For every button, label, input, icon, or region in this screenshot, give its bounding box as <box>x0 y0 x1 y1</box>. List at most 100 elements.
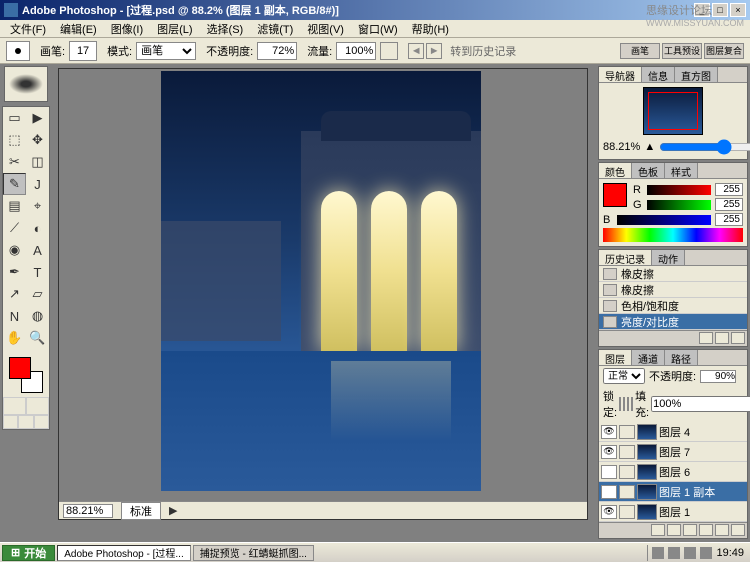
tool-7[interactable]: J <box>26 173 49 195</box>
eye-icon[interactable]: 👁 <box>601 425 617 439</box>
tab-styles[interactable]: 样式 <box>665 163 698 178</box>
fill-input[interactable] <box>651 396 750 412</box>
layer-opacity-input[interactable] <box>700 370 736 383</box>
tool-15[interactable]: T <box>26 261 49 283</box>
well-tool-presets[interactable]: 工具预设 <box>662 43 702 59</box>
menu-help[interactable]: 帮助(H) <box>406 19 455 39</box>
tool-11[interactable]: ◐ <box>26 217 49 239</box>
brush-size-picker[interactable]: 17 <box>69 41 97 61</box>
history-item[interactable]: 橡皮擦 <box>599 266 747 282</box>
lock-transparency-icon[interactable] <box>619 397 621 411</box>
layer-thumbnail[interactable] <box>637 464 657 480</box>
tray-icon[interactable] <box>700 547 712 559</box>
brush-tool-icon[interactable] <box>6 41 30 61</box>
taskbar-task-capture[interactable]: 捕捉预览 - 红蜻蜓抓图... <box>193 545 314 561</box>
tool-19[interactable]: ◍ <box>26 305 49 327</box>
view-mode-button[interactable]: 标准 <box>121 502 161 520</box>
navigator-thumbnail[interactable] <box>643 87 703 135</box>
color-ramp[interactable] <box>603 228 743 242</box>
tool-12[interactable]: ◉ <box>3 239 26 261</box>
tool-21[interactable]: 🔍 <box>26 327 49 349</box>
tab-history[interactable]: 历史记录 <box>599 250 652 265</box>
eye-icon[interactable] <box>601 465 617 479</box>
tool-4[interactable]: ✂ <box>3 151 26 173</box>
tab-color[interactable]: 颜色 <box>599 163 632 178</box>
foreground-color[interactable] <box>9 357 31 379</box>
history-snapshot-icon[interactable] <box>699 332 713 344</box>
link-icon[interactable] <box>619 425 635 439</box>
screen-standard-icon[interactable] <box>3 415 18 429</box>
b-value[interactable] <box>715 213 743 226</box>
layer-new-icon[interactable] <box>715 524 729 536</box>
tab-histogram[interactable]: 直方图 <box>675 67 718 82</box>
tool-1[interactable]: ▶ <box>26 107 49 129</box>
tool-3[interactable]: ✥ <box>26 129 49 151</box>
layer-thumbnail[interactable] <box>637 444 657 460</box>
close-button[interactable]: × <box>730 3 746 17</box>
navigator-zoom-slider[interactable] <box>659 139 750 155</box>
eye-icon[interactable]: 👁 <box>601 485 617 499</box>
g-value[interactable] <box>715 198 743 211</box>
tray-icon[interactable] <box>668 547 680 559</box>
menu-layer[interactable]: 图层(L) <box>151 19 198 39</box>
layer-folder-icon[interactable] <box>683 524 697 536</box>
screen-full-menu-icon[interactable] <box>18 415 33 429</box>
tool-8[interactable]: ▤ <box>3 195 26 217</box>
tray-icon[interactable] <box>684 547 696 559</box>
layer-row[interactable]: 👁图层 7 <box>599 442 747 462</box>
blend-mode-select[interactable]: 正常 <box>603 368 645 384</box>
link-icon[interactable] <box>619 505 635 519</box>
start-button[interactable]: ⊞ 开始 <box>2 545 55 561</box>
layer-row[interactable]: 图层 6 <box>599 462 747 482</box>
tool-17[interactable]: ▱ <box>26 283 49 305</box>
tool-6[interactable]: ✎ <box>3 173 26 195</box>
tab-navigator[interactable]: 导航器 <box>599 67 642 82</box>
link-icon[interactable] <box>619 485 635 499</box>
menu-window[interactable]: 窗口(W) <box>352 19 404 39</box>
lock-position-icon[interactable] <box>627 397 629 411</box>
menu-filter[interactable]: 滤镜(T) <box>251 19 299 39</box>
tab-paths[interactable]: 路径 <box>665 350 698 365</box>
r-slider[interactable] <box>647 185 711 195</box>
tray-icon[interactable] <box>652 547 664 559</box>
g-slider[interactable] <box>647 200 711 210</box>
layer-row[interactable]: 👁图层 4 <box>599 422 747 442</box>
menu-image[interactable]: 图像(I) <box>105 19 149 39</box>
r-value[interactable] <box>715 183 743 196</box>
brush-tip-preview[interactable] <box>4 66 48 102</box>
tab-info[interactable]: 信息 <box>642 67 675 82</box>
well-brushes[interactable]: 画笔 <box>620 43 660 59</box>
history-item[interactable]: 色相/饱和度 <box>599 298 747 314</box>
standard-mode-icon[interactable] <box>3 397 26 415</box>
link-icon[interactable] <box>619 445 635 459</box>
menu-file[interactable]: 文件(F) <box>4 19 52 39</box>
tool-2[interactable]: ⬚ <box>3 129 26 151</box>
canvas[interactable] <box>161 71 481 491</box>
well-layer-comps[interactable]: 图层复合 <box>704 43 744 59</box>
minimize-button[interactable]: _ <box>694 3 710 17</box>
tool-5[interactable]: ◫ <box>26 151 49 173</box>
tool-14[interactable]: ✒ <box>3 261 26 283</box>
lock-all-icon[interactable] <box>631 397 633 411</box>
b-slider[interactable] <box>617 215 711 225</box>
tab-layers[interactable]: 图层 <box>599 350 632 365</box>
menu-select[interactable]: 选择(S) <box>201 19 250 39</box>
color-preview-swatch[interactable] <box>603 183 627 207</box>
history-fwd-icon[interactable]: ► <box>426 43 442 59</box>
maximize-button[interactable]: □ <box>712 3 728 17</box>
history-trash-icon[interactable] <box>731 332 745 344</box>
history-back-icon[interactable]: ◄ <box>408 43 424 59</box>
tab-actions[interactable]: 动作 <box>652 250 685 265</box>
tool-20[interactable]: ✋ <box>3 327 26 349</box>
flow-input[interactable] <box>336 42 376 60</box>
airbrush-icon[interactable] <box>380 42 398 60</box>
tool-9[interactable]: ⌖ <box>26 195 49 217</box>
eye-icon[interactable]: 👁 <box>601 505 617 519</box>
mode-select[interactable]: 画笔 <box>136 42 196 60</box>
history-item[interactable]: 亮度/对比度 <box>599 314 747 330</box>
zoom-input[interactable] <box>63 504 113 518</box>
layer-row[interactable]: 👁图层 1 副本 <box>599 482 747 502</box>
menu-edit[interactable]: 编辑(E) <box>54 19 103 39</box>
history-item[interactable]: 橡皮擦 <box>599 282 747 298</box>
tool-16[interactable]: ↗ <box>3 283 26 305</box>
